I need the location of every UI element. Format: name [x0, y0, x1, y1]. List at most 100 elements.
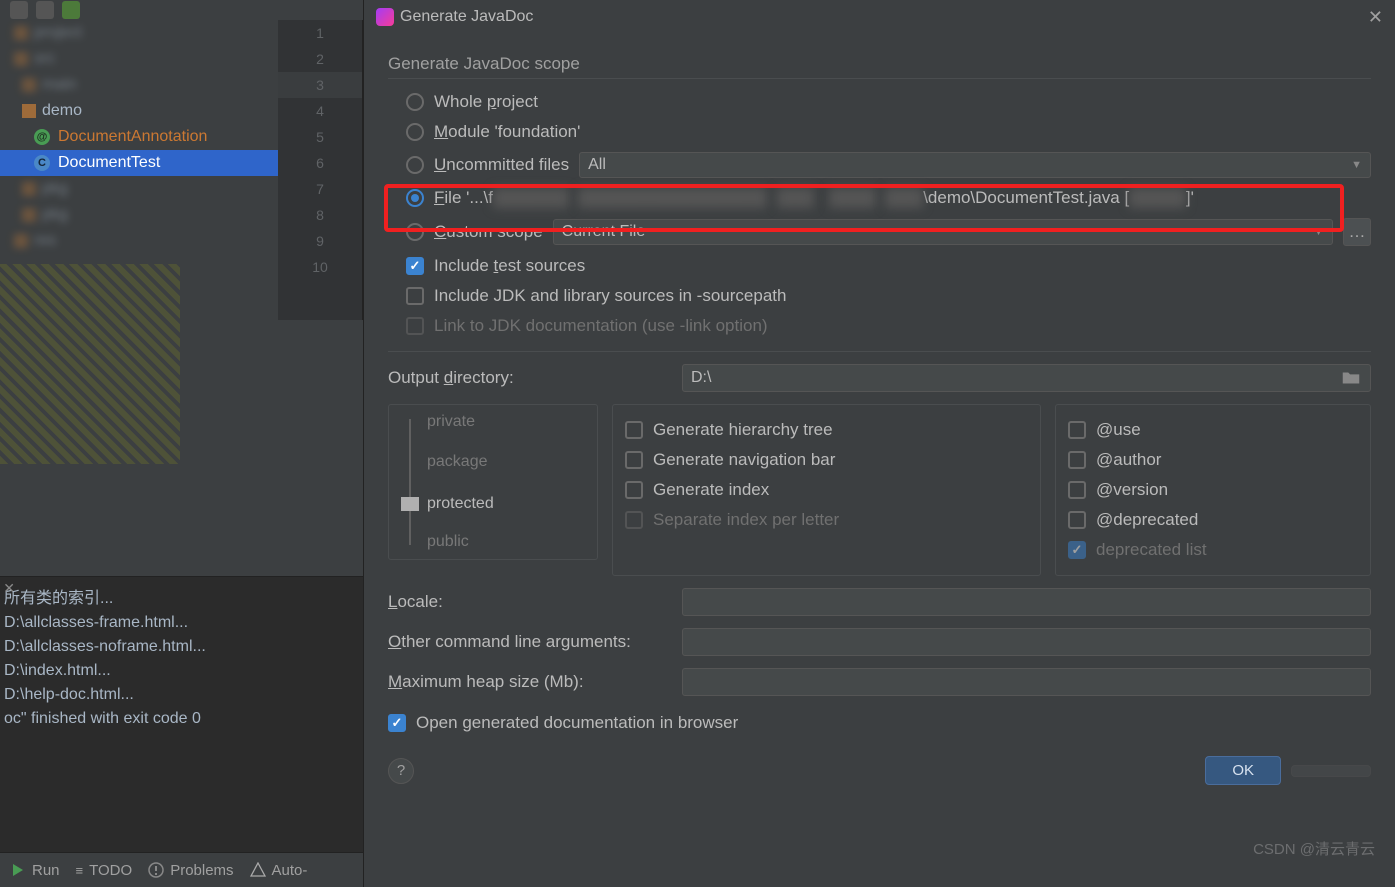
check-open-browser[interactable]: Open generated documentation in browser [388, 708, 1371, 738]
check-include-tests[interactable]: Include test sources [388, 251, 1371, 281]
terminal-output[interactable]: 所有类的索引... D:\allclasses-frame.html... D:… [0, 576, 363, 856]
check-separate-index: Separate index per letter [625, 505, 1028, 535]
file-path-label: File '...\f aaaaaaaa aaaaaaaaaaaaaaaaaaa… [434, 188, 1371, 208]
checkbox-icon [406, 257, 424, 275]
tree-label: demo [42, 102, 82, 120]
problems-icon [148, 862, 164, 878]
output-directory-input[interactable]: D:\ [682, 364, 1371, 392]
check-use[interactable]: @use [1068, 415, 1358, 445]
radio-icon [406, 93, 424, 111]
dialog-titlebar[interactable]: Generate JavaDoc ✕ [364, 0, 1395, 34]
chevron-down-icon: ▼ [1351, 159, 1362, 171]
radio-label: Uncommitted files [434, 155, 569, 175]
visibility-slider[interactable]: private package protected public [388, 404, 598, 560]
check-link-jdk: Link to JDK documentation (use -link opt… [388, 311, 1371, 341]
uncommitted-combo[interactable]: All ▼ [579, 152, 1371, 178]
check-hierarchy-tree[interactable]: Generate hierarchy tree [625, 415, 1028, 445]
radio-custom-scope[interactable]: Custom scope Current File ▼ … [388, 213, 1371, 251]
tree-row[interactable]: pkg [0, 176, 278, 202]
terminal-line: D:\allclasses-noframe.html... [4, 635, 359, 659]
tree-row-document-test[interactable]: C DocumentTest [0, 150, 278, 176]
tree-row[interactable]: main [0, 72, 278, 98]
status-label: TODO [89, 862, 132, 879]
checkbox-label: Include test sources [434, 256, 585, 276]
check-author[interactable]: @author [1068, 445, 1358, 475]
line-number: 10 [278, 254, 362, 280]
main-toolbar [0, 0, 363, 20]
folder-icon [22, 104, 36, 118]
other-args-label: Other command line arguments: [388, 632, 668, 652]
tree-label: DocumentAnnotation [58, 128, 207, 146]
tree-row-annotation[interactable]: @ DocumentAnnotation [0, 124, 278, 150]
locale-input[interactable] [682, 588, 1371, 616]
custom-scope-combo[interactable]: Current File ▼ [553, 219, 1333, 245]
terminal-line: oc" finished with exit code 0 [4, 707, 359, 731]
checkbox-icon [406, 317, 424, 335]
check-generate-index[interactable]: Generate index [625, 475, 1028, 505]
terminal-line: 所有类的索引... [4, 587, 359, 611]
line-number: 6 [278, 150, 362, 176]
close-icon[interactable]: ✕ [3, 580, 15, 597]
terminal-line: D:\index.html... [4, 659, 359, 683]
run-icon [10, 862, 26, 878]
auto-tab[interactable]: Auto- [250, 862, 308, 879]
other-args-input[interactable] [682, 628, 1371, 656]
close-icon[interactable]: ✕ [1368, 7, 1383, 28]
toolbar-icon[interactable] [36, 1, 54, 19]
visibility-public: public [427, 533, 469, 551]
tree-row[interactable]: project [0, 20, 278, 46]
todo-icon: ≡ [76, 863, 84, 878]
radio-module[interactable]: Module 'foundation' [388, 117, 1371, 147]
check-deprecated[interactable]: @deprecated [1068, 505, 1358, 535]
check-navigation-bar[interactable]: Generate navigation bar [625, 445, 1028, 475]
toolbar-icon[interactable] [62, 1, 80, 19]
visibility-private: private [427, 413, 475, 431]
slider-thumb-icon[interactable] [401, 497, 419, 511]
checkbox-icon [406, 287, 424, 305]
line-number: 9 [278, 228, 362, 254]
radio-uncommitted-files[interactable]: Uncommitted files All ▼ [388, 147, 1371, 183]
check-include-jdk[interactable]: Include JDK and library sources in -sour… [388, 281, 1371, 311]
tree-row-demo[interactable]: demo [0, 98, 278, 124]
scope-browse-button[interactable]: … [1343, 218, 1371, 246]
line-number: 2 [278, 46, 362, 72]
help-button[interactable]: ? [388, 758, 414, 784]
cancel-button[interactable] [1291, 765, 1371, 777]
input-value: D:\ [691, 369, 711, 387]
dialog-title: Generate JavaDoc [400, 8, 533, 26]
heap-input[interactable] [682, 668, 1371, 696]
terminal-line: D:\help-doc.html... [4, 683, 359, 707]
radio-icon [406, 223, 424, 241]
todo-tab[interactable]: ≡ TODO [76, 862, 133, 879]
tree-row[interactable]: src [0, 46, 278, 72]
problems-tab[interactable]: Problems [148, 862, 233, 879]
radio-file[interactable]: File '...\f aaaaaaaa aaaaaaaaaaaaaaaaaaa… [388, 183, 1371, 213]
status-label: Problems [170, 862, 233, 879]
heap-label: Maximum heap size (Mb): [388, 672, 668, 692]
toolbar-icon[interactable] [10, 1, 28, 19]
visibility-protected: protected [427, 495, 494, 513]
project-tree[interactable]: project src main demo @ DocumentAnnotati… [0, 20, 278, 580]
folder-icon[interactable] [1340, 367, 1362, 389]
radio-icon [406, 156, 424, 174]
tree-row[interactable]: pkg [0, 202, 278, 228]
checkbox-icon [388, 714, 406, 732]
combo-value: All [588, 156, 606, 174]
line-number: 5 [278, 124, 362, 150]
line-number: 4 [278, 98, 362, 124]
radio-label: Module 'foundation' [434, 122, 580, 142]
radio-label: Whole project [434, 92, 538, 112]
run-tab[interactable]: Run [10, 862, 60, 879]
check-deprecated-list: deprecated list [1068, 535, 1358, 565]
ok-button[interactable]: OK [1205, 756, 1281, 785]
checkbox-label: Link to JDK documentation (use -link opt… [434, 316, 768, 336]
tree-row[interactable]: res [0, 228, 278, 254]
line-number: 1 [278, 20, 362, 46]
line-number: 7 [278, 176, 362, 202]
tree-blurred-area [0, 264, 180, 464]
radio-icon [406, 123, 424, 141]
generation-options-panel: Generate hierarchy tree Generate navigat… [612, 404, 1041, 576]
radio-whole-project[interactable]: Whole project [388, 87, 1371, 117]
check-version[interactable]: @version [1068, 475, 1358, 505]
radio-label: Custom scope [434, 222, 543, 242]
